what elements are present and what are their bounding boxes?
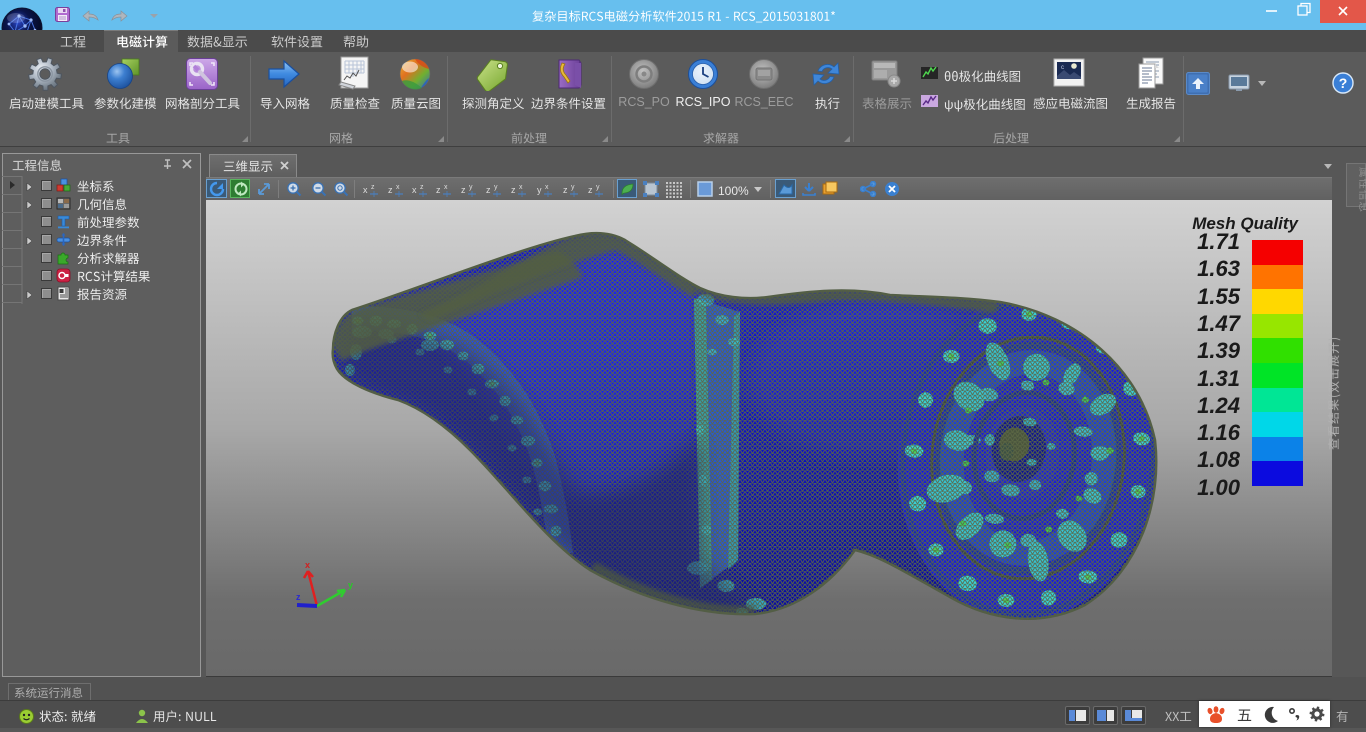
svg-text:x: x [363,185,368,195]
svg-text:z: z [371,184,375,191]
svg-text:x: x [396,184,400,191]
svg-text:y: y [469,184,473,191]
svg-text:y: y [348,580,353,590]
svg-text:z: z [461,185,466,195]
svg-text:z: z [388,185,393,195]
svg-text:z: z [588,185,593,195]
svg-text:y: y [537,185,542,195]
svg-text:c: c [1061,65,1064,71]
svg-text:y: y [571,184,575,191]
svg-text:z: z [511,185,516,195]
svg-text:z: z [563,185,568,195]
svg-text:z: z [436,185,441,195]
svg-text:x: x [305,560,310,570]
svg-text:y: y [494,184,498,191]
svg-text:?: ? [1339,75,1348,91]
svg-text:x: x [519,184,523,191]
svg-text:z: z [296,592,301,602]
svg-text:z: z [486,185,491,195]
svg-text:x: x [545,184,549,191]
svg-text:y: y [596,184,600,191]
svg-text:x: x [412,185,417,195]
svg-text:z: z [420,184,424,191]
svg-text:x: x [444,184,448,191]
